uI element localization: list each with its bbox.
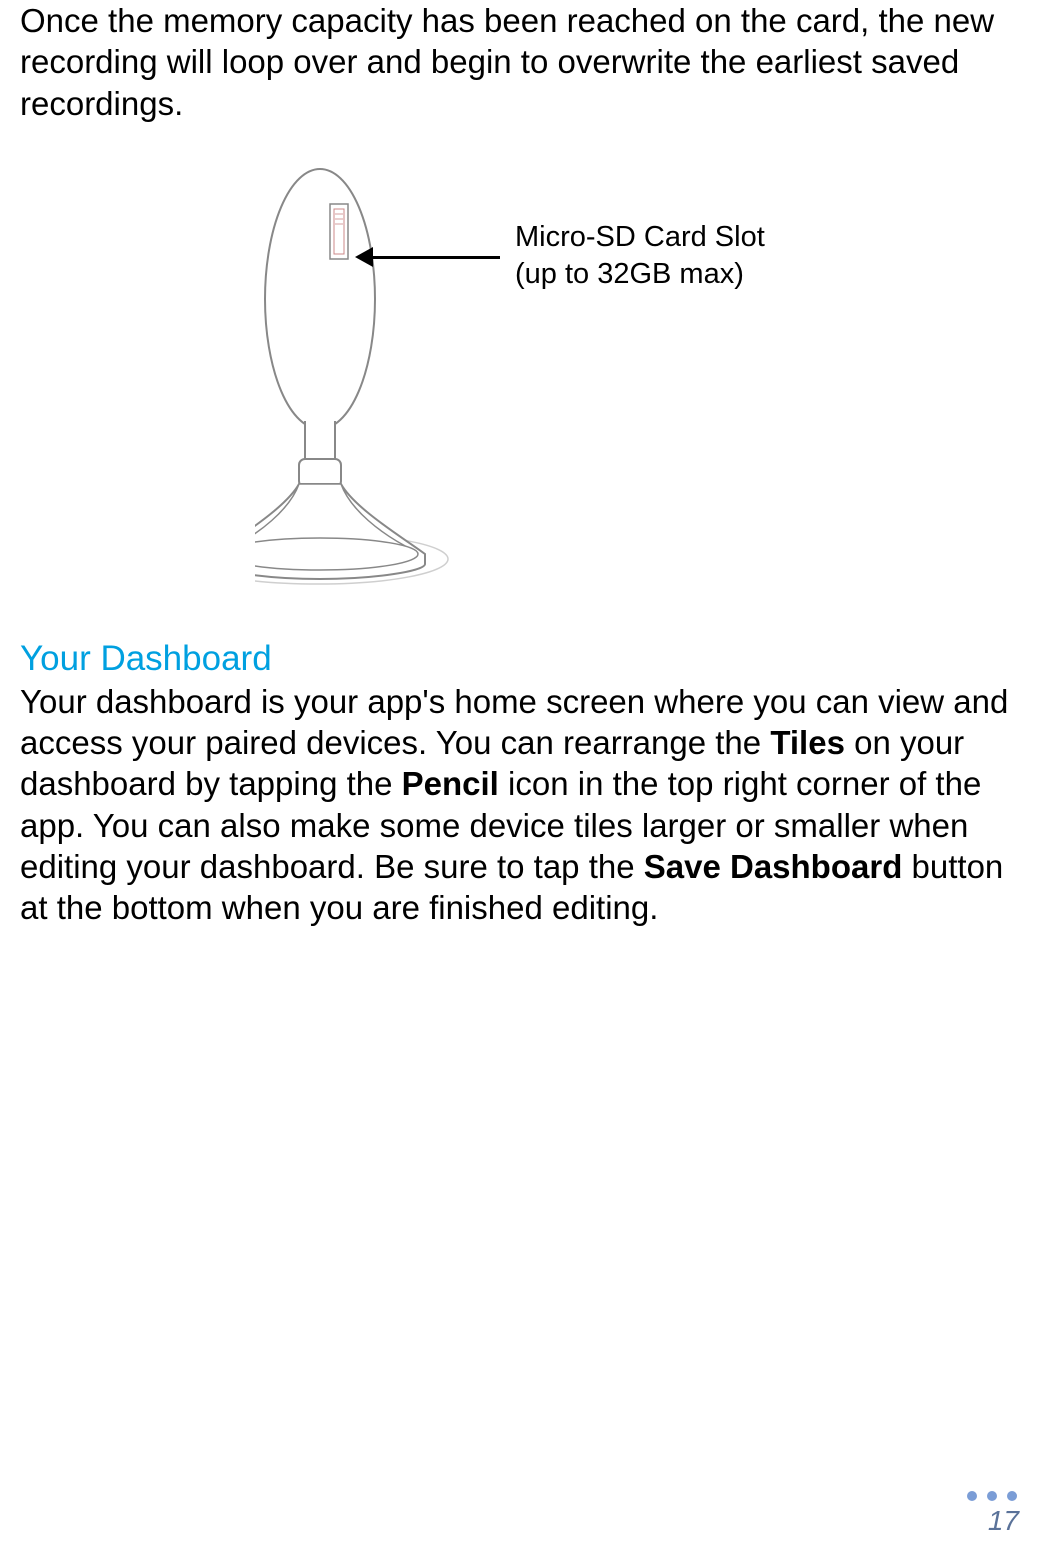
page-footer: 17 (967, 1491, 1019, 1537)
page-number: 17 (967, 1505, 1019, 1537)
callout-arrow (355, 247, 500, 267)
callout-label: Micro-SD Card Slot (up to 32GB max) (515, 219, 765, 294)
bold-tiles: Tiles (770, 724, 845, 761)
callout-line-2: (up to 32GB max) (515, 256, 765, 294)
section-heading-dashboard: Your Dashboard (20, 639, 1029, 679)
bold-pencil: Pencil (402, 765, 499, 802)
device-diagram: Micro-SD Card Slot (up to 32GB max) (20, 159, 1029, 609)
callout-line-1: Micro-SD Card Slot (515, 219, 765, 257)
intro-paragraph: Once the memory capacity has been reache… (20, 0, 1029, 124)
bold-save-dashboard: Save Dashboard (644, 848, 903, 885)
dashboard-paragraph: Your dashboard is your app's home screen… (20, 681, 1029, 929)
camera-device-illustration (255, 159, 455, 599)
footer-dots-icon (967, 1491, 1017, 1501)
